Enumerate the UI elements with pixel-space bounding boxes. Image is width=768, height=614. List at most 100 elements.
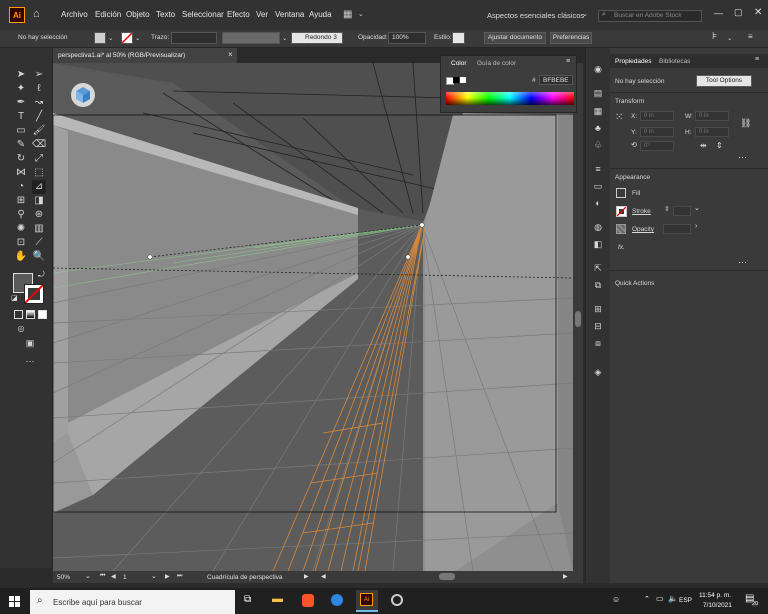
opacity-swatch-icon[interactable] [616,224,626,234]
more-tools-icon[interactable]: ⋯ [23,354,37,368]
rectangle-tool-icon[interactable]: ▭ [14,124,28,138]
export-panel-icon[interactable]: ⇱ [591,261,605,275]
scroll-left-icon[interactable]: ◀ [321,573,326,580]
chevron-down-icon[interactable]: ⌄ [108,34,113,42]
vertical-scrollbar[interactable] [573,63,583,571]
menu-texto[interactable]: Texto [156,10,175,19]
scale-tool-icon[interactable]: ⤢ [32,152,46,166]
color-guide-tab[interactable]: Guía de color [477,60,516,67]
links-panel-icon[interactable]: ⧉ [591,278,605,292]
lasso-icon[interactable]: ℓ [32,82,46,96]
chevron-down-icon[interactable]: ⌄ [727,34,732,42]
color-mode-icon[interactable] [14,310,23,319]
perspective-grid-artwork[interactable] [53,63,573,571]
illustrator-taskbar-icon[interactable]: Ai [356,590,378,612]
adjust-document-button[interactable]: Ajustar documento [484,32,546,44]
menu-edicion[interactable]: Edición [95,10,121,19]
color-tab[interactable]: Color [451,60,467,67]
chevron-down-icon[interactable]: ⌄ [135,34,140,42]
hex-input[interactable]: BFBEBE [539,75,573,85]
language-indicator[interactable]: ESP [679,597,692,604]
menu-efecto[interactable]: Efecto [227,10,250,19]
white-swatch[interactable] [460,77,466,83]
angle-field[interactable]: 0° [640,141,674,151]
arrange-documents-icon[interactable]: ▦ [343,9,352,20]
opacity-field[interactable]: 100% [388,32,426,44]
workspace-switcher[interactable]: Aspectos esenciales clásicos [487,11,584,20]
task-view-icon[interactable]: ⧉ [244,594,251,605]
stock-search-input[interactable]: ⌕ Buscar en Adobe Stock [598,10,702,22]
curvature-icon[interactable]: ↝ [32,96,46,110]
stroke-stepper-icon[interactable]: ⇳ [664,205,670,213]
pen-tool-icon[interactable]: ✒ [14,96,28,110]
windows-start-icon[interactable] [9,596,20,607]
artboards-panel-icon[interactable]: ⊞ [591,302,605,316]
canvas[interactable] [53,63,573,571]
draw-mode-icon[interactable]: ◎ [14,322,28,336]
zoom-tool-icon[interactable]: 🔍 [32,250,46,264]
document-tab[interactable]: perspectiva1.ai* al 50% (RGB/Previsualiz… [53,48,237,63]
h-field[interactable]: 0 in [695,127,729,137]
menu-ventana[interactable]: Ventana [275,10,304,19]
media-player-icon[interactable] [391,594,403,606]
clock-date[interactable]: 7/10/2021 [703,602,732,609]
pencil-icon[interactable]: ✎ [14,138,28,152]
zoom-level[interactable]: 50% [57,574,70,581]
chrome-icon[interactable] [331,594,343,606]
close-icon[interactable]: ✕ [754,7,762,18]
library-panel-icon[interactable]: ▦ [591,104,605,118]
plane-switch-widget[interactable] [71,83,95,107]
menu-seleccionar[interactable]: Seleccionar [182,10,224,19]
selection-tool-icon[interactable]: ➤ [14,68,28,82]
stroke-swatch[interactable] [121,32,133,44]
w-field[interactable]: 0 in [695,111,729,121]
transparency-panel-icon[interactable]: ◐ [591,196,605,210]
align-icon[interactable]: ⊧ [712,31,717,42]
hand-tool-icon[interactable]: ✋ [14,250,28,264]
people-icon[interactable]: ☺ [612,595,620,604]
opacity-input[interactable] [663,224,691,234]
stroke-panel-icon[interactable]: ≡ [591,162,605,176]
menu-ayuda[interactable]: Ayuda [309,10,332,19]
gradient-panel-icon[interactable]: ▭ [591,179,605,193]
constrain-proportions-icon[interactable]: ⛓ [740,118,751,129]
eyedropper-icon[interactable]: ⚲ [14,208,28,222]
last-artboard-icon[interactable]: ⏭ [177,573,182,580]
shape-builder-icon[interactable]: ◔ [14,180,28,194]
graph-tool-icon[interactable]: ▥ [32,222,46,236]
volume-icon[interactable]: 🔈 [668,594,678,603]
brush-field[interactable]: Redondo 3 ... [291,32,343,48]
magic-wand-icon[interactable]: ✦ [14,82,28,96]
properties-panel-icon[interactable]: ◉ [591,62,605,76]
fill-swatch[interactable] [94,32,106,44]
close-tab-icon[interactable]: × [228,50,233,59]
reference-point-icon[interactable]: ⁙ [615,112,623,123]
screen-mode-icon[interactable]: ▣ [23,336,37,350]
panel-menu-icon[interactable]: ≡ [755,56,759,63]
stroke-label[interactable]: Stroke [632,208,651,215]
pathfinder-panel-icon[interactable]: ⧈ [591,336,605,350]
vertical-scroll-thumb[interactable] [575,311,581,327]
chevron-down-icon[interactable]: ⌄ [694,204,700,212]
black-swatch[interactable] [453,77,459,83]
stroke-weight-field[interactable] [171,32,217,44]
x-field[interactable]: 0 in [640,111,674,121]
menu-archivo[interactable]: Archivo [61,10,88,19]
fill-swatch-icon[interactable] [616,188,626,198]
menu-objeto[interactable]: Objeto [126,10,150,19]
fx-label[interactable]: fx. [618,244,625,251]
style-swatch[interactable] [452,32,465,44]
show-hidden-icons[interactable]: ⌃ [644,595,650,603]
default-colors-icon[interactable]: ◪ [11,294,18,302]
next-artboard-icon[interactable]: ▶ [165,573,170,580]
menu-ver[interactable]: Ver [256,10,268,19]
mesh-tool-icon[interactable]: ⊞ [14,194,28,208]
free-transform-icon[interactable]: ⬚ [32,166,46,180]
width-tool-icon[interactable]: ⋈ [14,166,28,180]
symbols-panel-icon[interactable]: ♣ [591,121,605,135]
align-panel-icon[interactable]: ⊟ [591,319,605,333]
color-panel-icon[interactable]: ◍ [591,220,605,234]
color-guide-panel-icon[interactable]: ◧ [591,237,605,251]
chevron-down-icon[interactable]: ⌄ [358,10,364,18]
none-mode-icon[interactable] [38,310,47,319]
